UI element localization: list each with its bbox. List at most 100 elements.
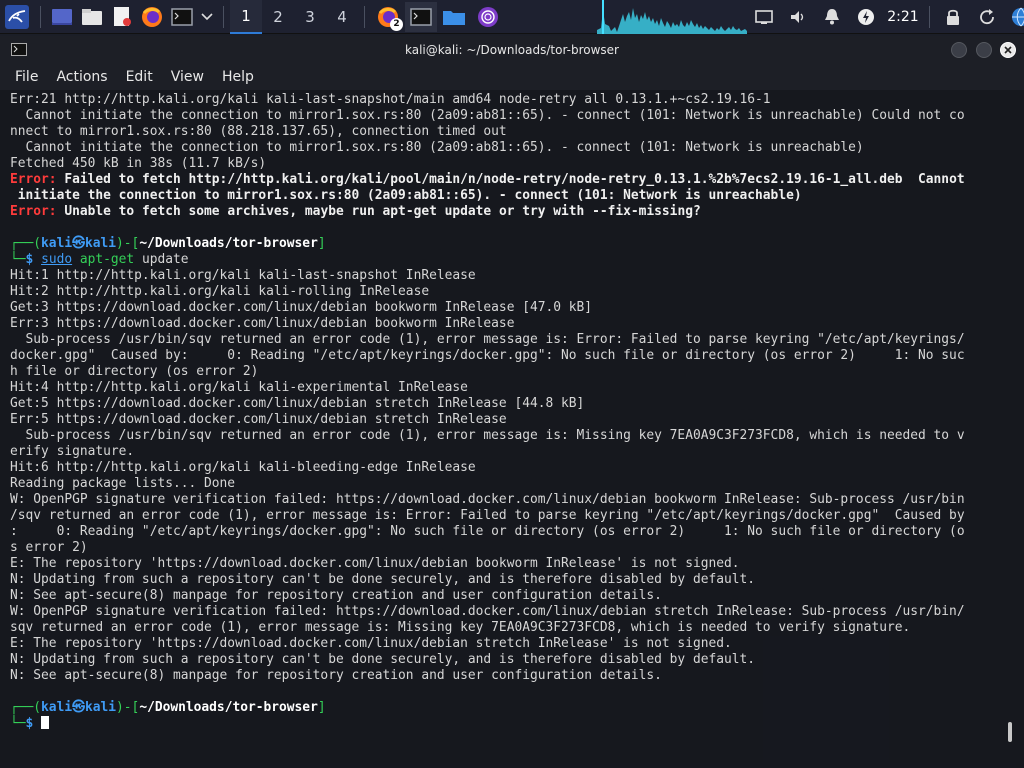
prompt-path: ~/Downloads/tor-browser <box>139 700 318 715</box>
tor-browser-icon <box>478 6 498 27</box>
text-cursor <box>41 716 50 729</box>
cpu-load-graph <box>597 0 747 34</box>
output-line: Hit:6 http://http.kali.org/kali kali-ble… <box>10 460 476 475</box>
terminal-icon[interactable] <box>167 2 197 32</box>
output-line: nnect to mirror1.sox.rs:80 (88.218.137.6… <box>10 124 507 139</box>
prompt-line: ┌──(kali㉿kali)-[~/Downloads/tor-browser] <box>10 700 1002 716</box>
error-text: Failed to fetch http://http.kali.org/kal… <box>56 172 965 187</box>
output-line: N: Updating from such a repository can't… <box>10 652 756 667</box>
firefox-window-count-badge: 2 <box>390 17 403 31</box>
network-globe-icon[interactable] <box>1004 0 1024 34</box>
scrollbar-thumb[interactable] <box>1008 722 1012 742</box>
firefox-icon[interactable] <box>137 2 167 32</box>
menu-bar: File Actions Edit View Help <box>0 64 1024 90</box>
restart-icon[interactable] <box>970 0 1004 34</box>
menu-actions[interactable]: Actions <box>47 69 116 85</box>
terminal-icon <box>410 7 432 26</box>
menu-file[interactable]: File <box>6 69 47 85</box>
workspace-3[interactable]: 3 <box>294 0 326 34</box>
output-line: Sub-process /usr/bin/sqv returned an err… <box>10 428 965 443</box>
output-line: N: See apt-secure(8) manpage for reposit… <box>10 588 662 603</box>
power-manager-icon[interactable] <box>849 0 883 34</box>
taskbar-terminal-button[interactable] <box>405 1 437 32</box>
prompt-bracket: ] <box>317 700 326 715</box>
command-sudo: sudo <box>41 252 73 267</box>
kali-menu-icon[interactable] <box>0 2 34 32</box>
prompt-bracket: )-[ <box>116 236 140 251</box>
error-line: initiate the connection to mirror1.sox.r… <box>10 188 1002 204</box>
taskbar-tor-button[interactable] <box>471 2 505 32</box>
error-text: initiate the connection to mirror1.sox.r… <box>10 188 802 203</box>
menu-view[interactable]: View <box>162 69 213 85</box>
output-line: W: OpenPGP signature verification failed… <box>10 492 965 507</box>
workspace-1[interactable]: 1 <box>230 0 262 34</box>
top-panel: 1 2 3 4 2 2:21 <box>0 0 1024 34</box>
error-line: Error: Failed to fetch http://http.kali.… <box>10 172 1002 188</box>
output-line: s error 2) <box>10 540 88 555</box>
error-label: Error: <box>10 172 57 187</box>
prompt-corner: └─ <box>10 716 26 731</box>
prompt-user: kali <box>41 700 73 715</box>
taskbar-firefox-button[interactable]: 2 <box>371 2 405 32</box>
error-label: Error: <box>10 204 57 219</box>
output-line: Reading package lists... Done <box>10 476 236 491</box>
output-line: docker.gpg" Caused by: 0: Reading "/etc/… <box>10 348 965 363</box>
window-title: kali@kali: ~/Downloads/tor-browser <box>405 43 619 57</box>
prompt-bracket: )-[ <box>116 700 140 715</box>
output-line: Err:5 https://download.docker.com/linux/… <box>10 412 507 427</box>
volume-icon[interactable] <box>781 0 815 34</box>
prompt-path: ~/Downloads/tor-browser <box>139 236 318 251</box>
output-line: h file or directory (os error 2) <box>10 364 259 379</box>
show-desktop-icon[interactable] <box>47 2 77 32</box>
terminal-output[interactable]: Err:21 http://http.kali.org/kali kali-la… <box>10 92 1002 732</box>
menu-help[interactable]: Help <box>213 69 263 85</box>
workspace-2[interactable]: 2 <box>262 0 294 34</box>
output-line: : 0: Reading "/etc/apt/keyrings/docker.g… <box>10 524 965 539</box>
maximize-button[interactable] <box>976 42 992 58</box>
prompt-dollar: $ <box>25 716 42 731</box>
file-manager-icon[interactable] <box>77 2 107 32</box>
command-args: update <box>134 252 189 267</box>
command-line: └─$ sudo apt-get update <box>10 252 1002 268</box>
output-line: sqv returned an error code (1), error me… <box>10 620 911 635</box>
prompt-corner: ┌──( <box>10 700 42 715</box>
clock[interactable]: 2:21 <box>883 9 923 25</box>
folder-icon <box>443 10 465 25</box>
output-line: N: See apt-secure(8) manpage for reposit… <box>10 668 662 683</box>
lock-icon[interactable] <box>936 0 970 34</box>
prompt-line: ┌──(kali㉿kali)-[~/Downloads/tor-browser] <box>10 236 1002 252</box>
prompt-host: kali <box>84 700 117 715</box>
output-line: E: The repository 'https://download.dock… <box>10 556 740 571</box>
output-line: erify signature. <box>10 444 135 459</box>
close-button[interactable] <box>1000 42 1016 58</box>
minimize-button[interactable] <box>951 42 967 58</box>
command-input-line[interactable]: └─$ <box>10 716 1002 732</box>
prompt-user: kali <box>41 236 73 251</box>
output-line: E: The repository 'https://download.dock… <box>10 636 732 651</box>
notifications-icon[interactable] <box>815 0 849 34</box>
title-bar[interactable]: kali@kali: ~/Downloads/tor-browser <box>0 36 1024 64</box>
terminal-window: kali@kali: ~/Downloads/tor-browser File … <box>0 36 1024 768</box>
output-line: Sub-process /usr/bin/sqv returned an err… <box>10 332 965 347</box>
launcher-menu-chevron-icon[interactable] <box>197 2 217 32</box>
output-line: Cannot initiate the connection to mirror… <box>10 108 965 123</box>
output-line: Get:3 https://download.docker.com/linux/… <box>10 300 593 315</box>
output-line: N: Updating from such a repository can't… <box>10 572 756 587</box>
prompt-dollar: $ <box>25 252 42 267</box>
prompt-host: kali <box>84 236 117 251</box>
output-line: Fetched 450 kB in 38s (11.7 kB/s) <box>10 156 267 171</box>
output-line: /sqv returned an error code (1), error m… <box>10 508 965 523</box>
text-editor-icon[interactable] <box>107 2 137 32</box>
output-line: Hit:4 http://http.kali.org/kali kali-exp… <box>10 380 468 395</box>
prompt-corner: ┌──( <box>10 236 42 251</box>
output-line: Get:5 https://download.docker.com/linux/… <box>10 396 585 411</box>
menu-edit[interactable]: Edit <box>117 69 162 85</box>
error-text: Unable to fetch some archives, maybe run… <box>56 204 701 219</box>
display-icon[interactable] <box>747 0 781 34</box>
close-icon <box>1004 46 1012 54</box>
output-line: W: OpenPGP signature verification failed… <box>10 604 965 619</box>
workspace-4[interactable]: 4 <box>326 0 358 34</box>
taskbar-files-button[interactable] <box>437 2 471 32</box>
output-line: Err:21 http://http.kali.org/kali kali-la… <box>10 92 771 107</box>
prompt-at: ㉿ <box>72 700 85 715</box>
